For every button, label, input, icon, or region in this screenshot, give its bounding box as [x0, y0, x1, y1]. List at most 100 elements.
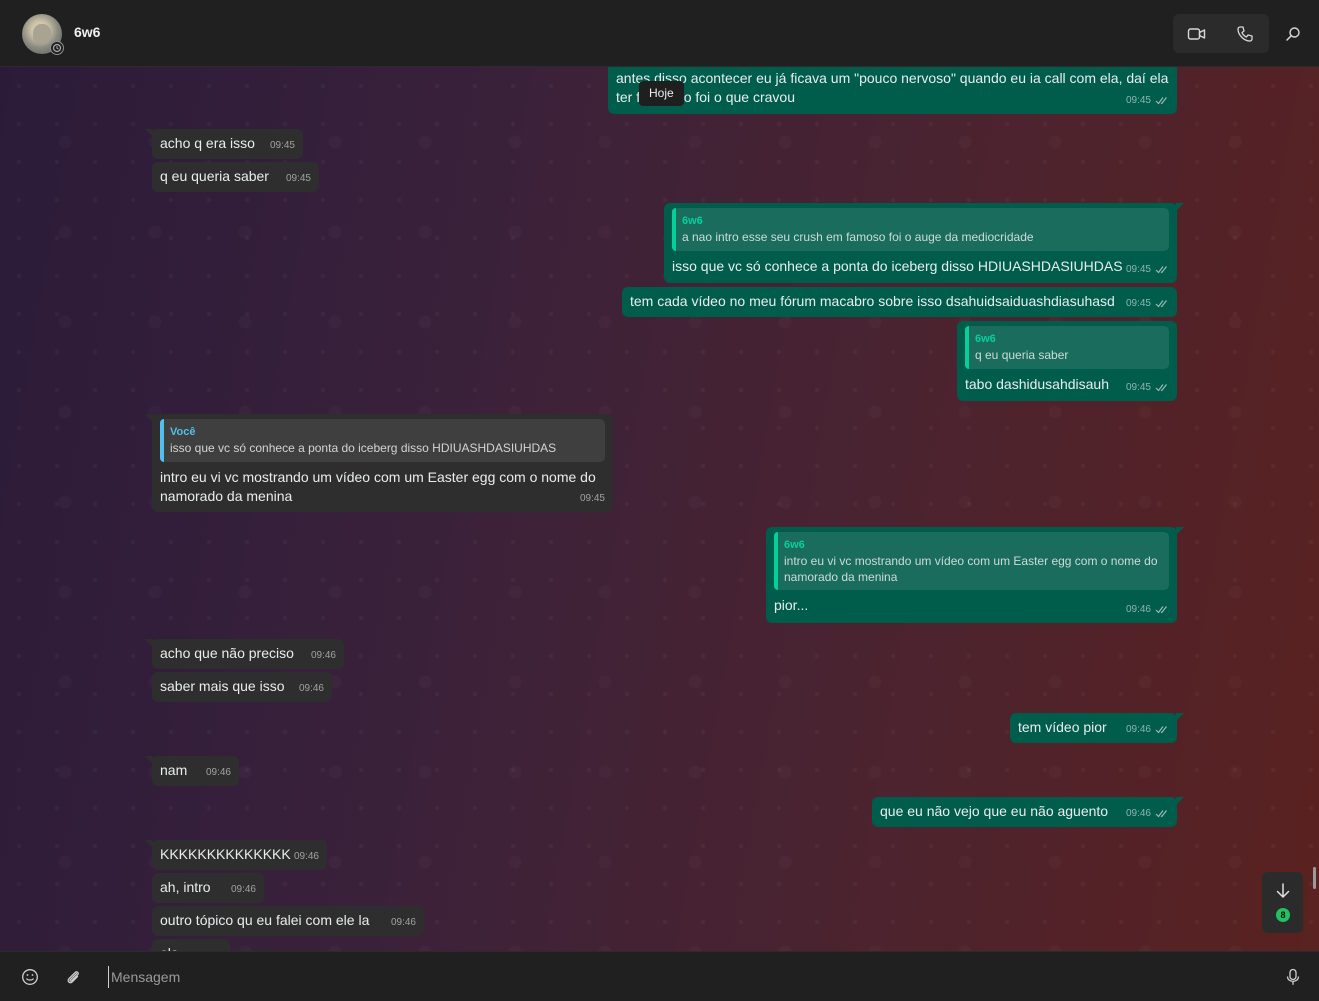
message-time: 09:46 — [310, 650, 336, 661]
message-meta: 09:45 — [1126, 294, 1169, 313]
scroll-to-bottom-button[interactable]: 8 — [1262, 872, 1303, 933]
message-time: 09:46 — [1125, 808, 1151, 819]
message-text: isso que vc só conhece a ponta do iceber… — [672, 258, 1123, 274]
quote-text: a nao intro esse seu crush em famoso foi… — [682, 230, 1034, 244]
message-bubble-incoming[interactable]: outro tópico qu eu falei com ele la 09:4… — [152, 906, 424, 936]
message-meta: 09:46 — [1126, 720, 1169, 739]
date-separator: Hoje — [639, 81, 684, 106]
message-bubble-outgoing[interactable]: antes disso acontecer eu já ficava um "p… — [608, 67, 1177, 114]
video-call-button[interactable] — [1173, 14, 1221, 53]
status-ring-icon — [50, 41, 64, 55]
emoji-button[interactable] — [17, 964, 43, 990]
message-bubble-incoming[interactable]: q eu queria saber 09:45 — [152, 162, 319, 192]
search-button[interactable] — [1278, 14, 1308, 53]
unread-count-badge: 8 — [1276, 908, 1290, 922]
microphone-icon — [1286, 968, 1300, 985]
quoted-message[interactable]: Você isso que vc só conhece a ponta do i… — [160, 419, 605, 462]
message-bubble-incoming[interactable]: saber mais que isso 09:46 — [152, 672, 332, 702]
emoji-icon — [22, 969, 38, 985]
voice-call-button[interactable] — [1221, 14, 1269, 53]
quote-text: intro eu vi vc mostrando um vídeo com um… — [784, 554, 1158, 584]
double-check-icon — [1155, 606, 1167, 614]
message-meta: 09:46 — [1126, 600, 1169, 619]
message-bubble-incoming[interactable]: nam 09:46 — [145, 756, 239, 786]
arrow-down-icon — [1276, 883, 1290, 898]
double-check-icon — [1155, 726, 1167, 734]
message-bubble-incoming[interactable]: Você isso que vc só conhece a ponta do i… — [145, 414, 613, 512]
quote-author: 6w6 — [975, 333, 996, 345]
message-time: 09:45 — [269, 140, 295, 151]
message-meta: 09:46 — [206, 763, 231, 782]
quote-author: 6w6 — [784, 539, 805, 551]
message-time: 09:45 — [1125, 95, 1151, 106]
message-time: 09:46 — [390, 917, 416, 928]
message-time: 09:46 — [205, 767, 231, 778]
message-bubble-outgoing[interactable]: tem vídeo pior 09:46 — [1010, 713, 1184, 743]
message-bubble-outgoing[interactable]: tem cada vídeo no meu fórum macabro sobr… — [622, 287, 1177, 317]
message-meta: 09:46 — [299, 679, 324, 698]
quote-text: q eu queria saber — [975, 348, 1069, 362]
message-time: 09:46 — [1125, 604, 1151, 615]
quoted-message[interactable]: 6w6 q eu queria saber — [965, 326, 1169, 369]
message-time: 09:45 — [285, 173, 311, 184]
voice-message-button[interactable] — [1280, 964, 1306, 990]
composer-bar — [0, 951, 1319, 1001]
quoted-message[interactable]: 6w6 a nao intro esse seu crush em famoso… — [672, 208, 1169, 251]
message-meta: 09:46 — [1126, 804, 1169, 823]
message-meta: 09:45 — [580, 489, 605, 508]
message-text: antes disso acontecer eu já ficava um "p… — [616, 70, 1169, 105]
message-time: 09:45 — [1125, 264, 1151, 275]
message-bubble-outgoing[interactable]: 6w6 intro eu vi vc mostrando um vídeo co… — [766, 527, 1184, 623]
message-time: 09:45 — [1125, 382, 1151, 393]
message-meta: 09:45 — [1126, 378, 1169, 397]
message-time: 09:46 — [1125, 724, 1151, 735]
double-check-icon — [1155, 97, 1167, 105]
message-text: ela — [160, 944, 222, 951]
quoted-message[interactable]: 6w6 intro eu vi vc mostrando um vídeo co… — [774, 532, 1169, 590]
quote-author: Você — [170, 426, 196, 438]
call-button-group — [1173, 14, 1269, 53]
paperclip-icon — [67, 971, 79, 984]
message-text: tem cada vídeo no meu fórum macabro sobr… — [630, 293, 1115, 309]
message-text: acho que não preciso — [160, 645, 294, 661]
message-bubble-incoming[interactable]: acho q era isso 09:45 — [145, 129, 303, 159]
message-text: outro tópico qu eu falei com ele la — [160, 912, 370, 928]
message-meta: 09:45 — [270, 136, 295, 155]
double-check-icon — [1155, 384, 1167, 392]
chat-header: 6w6 — [0, 0, 1319, 67]
message-time: 09:46 — [293, 851, 319, 862]
message-time: 09:45 — [1125, 298, 1151, 309]
message-meta: 09:46 — [391, 913, 416, 932]
message-bubble-incoming[interactable]: ah, intro 09:46 — [152, 873, 264, 903]
message-text: intro eu vi vc mostrando um vídeo com um… — [160, 469, 596, 504]
message-bubble-incoming[interactable]: ela — [152, 939, 230, 951]
phone-icon — [1237, 25, 1253, 42]
message-time: 09:46 — [298, 683, 324, 694]
message-list[interactable]: antes disso acontecer eu já ficava um "p… — [0, 67, 1319, 951]
scrollbar-thumb[interactable] — [1313, 867, 1316, 889]
message-text: pior... — [774, 597, 809, 613]
message-meta: 09:45 — [286, 169, 311, 188]
video-camera-icon — [1187, 27, 1206, 40]
message-bubble-incoming[interactable]: acho que não preciso 09:46 — [145, 639, 344, 669]
message-bubble-outgoing[interactable]: 6w6 a nao intro esse seu crush em famoso… — [664, 203, 1184, 283]
quote-author: 6w6 — [682, 215, 703, 227]
message-meta: 09:46 — [311, 646, 336, 665]
double-check-icon — [1155, 266, 1167, 274]
message-time: 09:45 — [579, 493, 605, 504]
message-meta: 09:45 — [1126, 91, 1169, 110]
attach-button[interactable] — [60, 964, 86, 990]
message-input[interactable] — [108, 966, 1258, 988]
message-time: 09:46 — [230, 884, 256, 895]
message-meta: 09:46 — [231, 880, 256, 899]
double-check-icon — [1155, 300, 1167, 308]
message-bubble-outgoing[interactable]: que eu não vejo que eu não aguento 09:46 — [872, 797, 1184, 827]
message-meta: 09:45 — [1126, 260, 1169, 279]
double-check-icon — [1155, 810, 1167, 818]
contact-name[interactable]: 6w6 — [74, 24, 100, 40]
message-bubble-outgoing[interactable]: 6w6 q eu queria saber tabo dashidusahdis… — [957, 321, 1177, 401]
search-icon — [1286, 26, 1300, 41]
message-bubble-incoming[interactable]: KKKKKKKKKKKKKK 09:46 — [145, 840, 327, 870]
message-meta: 09:46 — [294, 847, 319, 866]
quote-text: isso que vc só conhece a ponta do iceber… — [170, 441, 557, 455]
